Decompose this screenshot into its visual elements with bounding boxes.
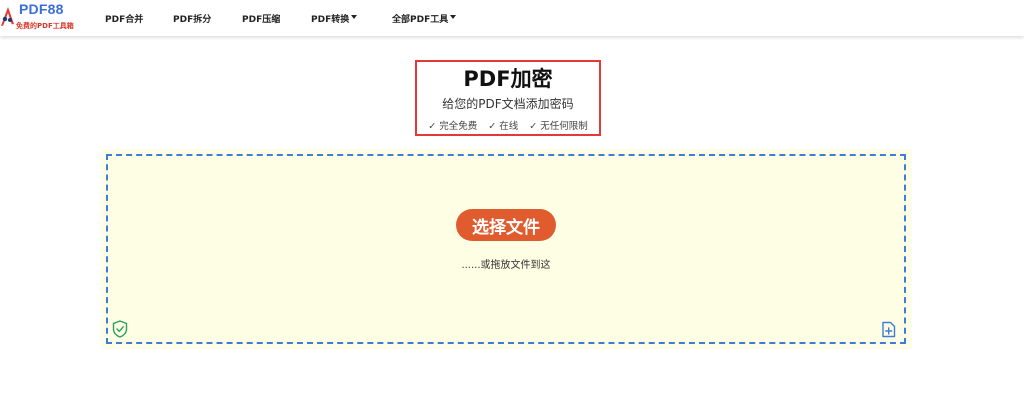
- logo-subtitle: 免费的PDF工具箱: [16, 22, 74, 30]
- nav-all-tools-dropdown[interactable]: 全部PDF工具: [392, 0, 457, 36]
- drop-hint-text: ......或拖放文件到这: [461, 260, 551, 271]
- logo-title: PDF88: [19, 1, 64, 17]
- shield-check-icon: [112, 320, 128, 338]
- file-plus-icon[interactable]: [881, 321, 896, 338]
- nav-label: 全部PDF工具: [392, 14, 449, 25]
- nav-pdf-merge[interactable]: PDF合并: [105, 0, 143, 36]
- feature-unlimited: ✓ 无任何限制: [529, 121, 588, 132]
- feature-online: ✓ 在线: [488, 121, 519, 132]
- feature-list: ✓ 完全免费 ✓ 在线 ✓ 无任何限制: [417, 121, 599, 133]
- caret-down-icon: [450, 15, 457, 19]
- nav-pdf-split[interactable]: PDF拆分: [173, 0, 211, 36]
- caret-down-icon: [351, 15, 358, 19]
- hero-section: PDF加密 给您的PDF文档添加密码 ✓ 完全免费 ✓ 在线 ✓ 无任何限制: [415, 60, 601, 136]
- nav-pdf-convert-dropdown[interactable]: PDF转换: [311, 0, 358, 36]
- page-subtitle: 给您的PDF文档添加密码: [442, 97, 574, 111]
- select-file-button[interactable]: 选择文件: [456, 209, 556, 241]
- nav-label: PDF合并: [105, 14, 144, 25]
- file-dropzone[interactable]: [106, 154, 906, 344]
- nav-label: PDF压缩: [242, 14, 281, 25]
- nav-label: PDF转换: [311, 14, 350, 25]
- page-title: PDF加密: [463, 67, 553, 91]
- nav-label: PDF拆分: [173, 14, 212, 25]
- pdf88-logo-icon: [1, 7, 14, 26]
- site-logo[interactable]: PDF88 免费的PDF工具箱: [0, 0, 90, 36]
- feature-free: ✓ 完全免费: [428, 121, 478, 132]
- nav-pdf-compress[interactable]: PDF压缩: [242, 0, 280, 36]
- top-navbar: PDF88 免费的PDF工具箱 PDF合并 PDF拆分 PDF压缩 PDF转换 …: [0, 0, 1024, 36]
